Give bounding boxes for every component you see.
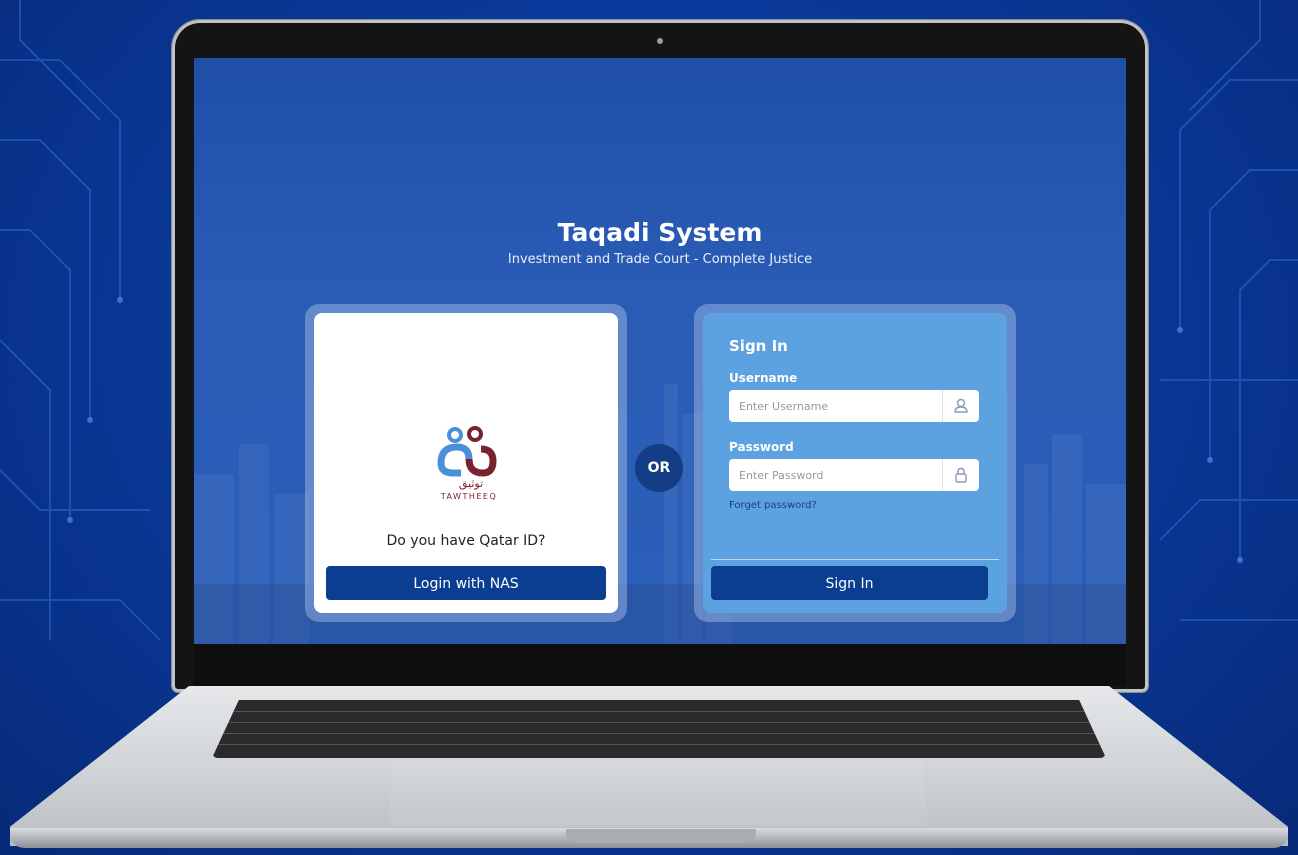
qatar-id-question: Do you have Qatar ID? [386, 533, 546, 549]
page-title: Taqadi System [557, 218, 763, 247]
login-with-nas-button[interactable]: Login with NAS [326, 566, 606, 600]
screen-bottom-bezel [194, 644, 1126, 686]
logo-latin-text: TAWTHEEQ [440, 492, 498, 501]
laptop-screen: Taqadi System Investment and Trade Court… [194, 58, 1126, 644]
logo-arabic-text: توثيق [459, 477, 483, 491]
username-label: Username [729, 371, 798, 385]
tawtheeq-logo: توثيق TAWTHEEQ [437, 426, 498, 501]
sign-in-button[interactable]: Sign In [711, 566, 988, 600]
user-icon [942, 390, 979, 422]
username-field-box [729, 390, 979, 422]
username-input[interactable] [729, 390, 949, 422]
page-subtitle: Investment and Trade Court - Complete Ju… [507, 252, 813, 267]
keyboard-row [212, 744, 1106, 745]
forgot-password-link[interactable]: Forget password? [729, 500, 817, 511]
trackpad [388, 760, 928, 826]
nas-login-card: توثيق TAWTHEEQ Do you have Qatar ID? Log… [314, 313, 618, 613]
password-input[interactable] [729, 459, 949, 491]
or-separator: OR [635, 444, 683, 492]
signin-card: Sign In Username Password Forget passwor… [703, 313, 1007, 613]
card-divider [711, 559, 999, 560]
keyboard [212, 700, 1106, 758]
password-field-box [729, 459, 979, 491]
keyboard-row [212, 711, 1106, 712]
password-label: Password [729, 440, 794, 454]
keyboard-row [212, 722, 1106, 723]
lock-icon [942, 459, 979, 491]
signin-heading: Sign In [729, 337, 788, 355]
camera-icon [657, 38, 663, 44]
laptop-notch [566, 829, 756, 843]
keyboard-row [212, 733, 1106, 734]
